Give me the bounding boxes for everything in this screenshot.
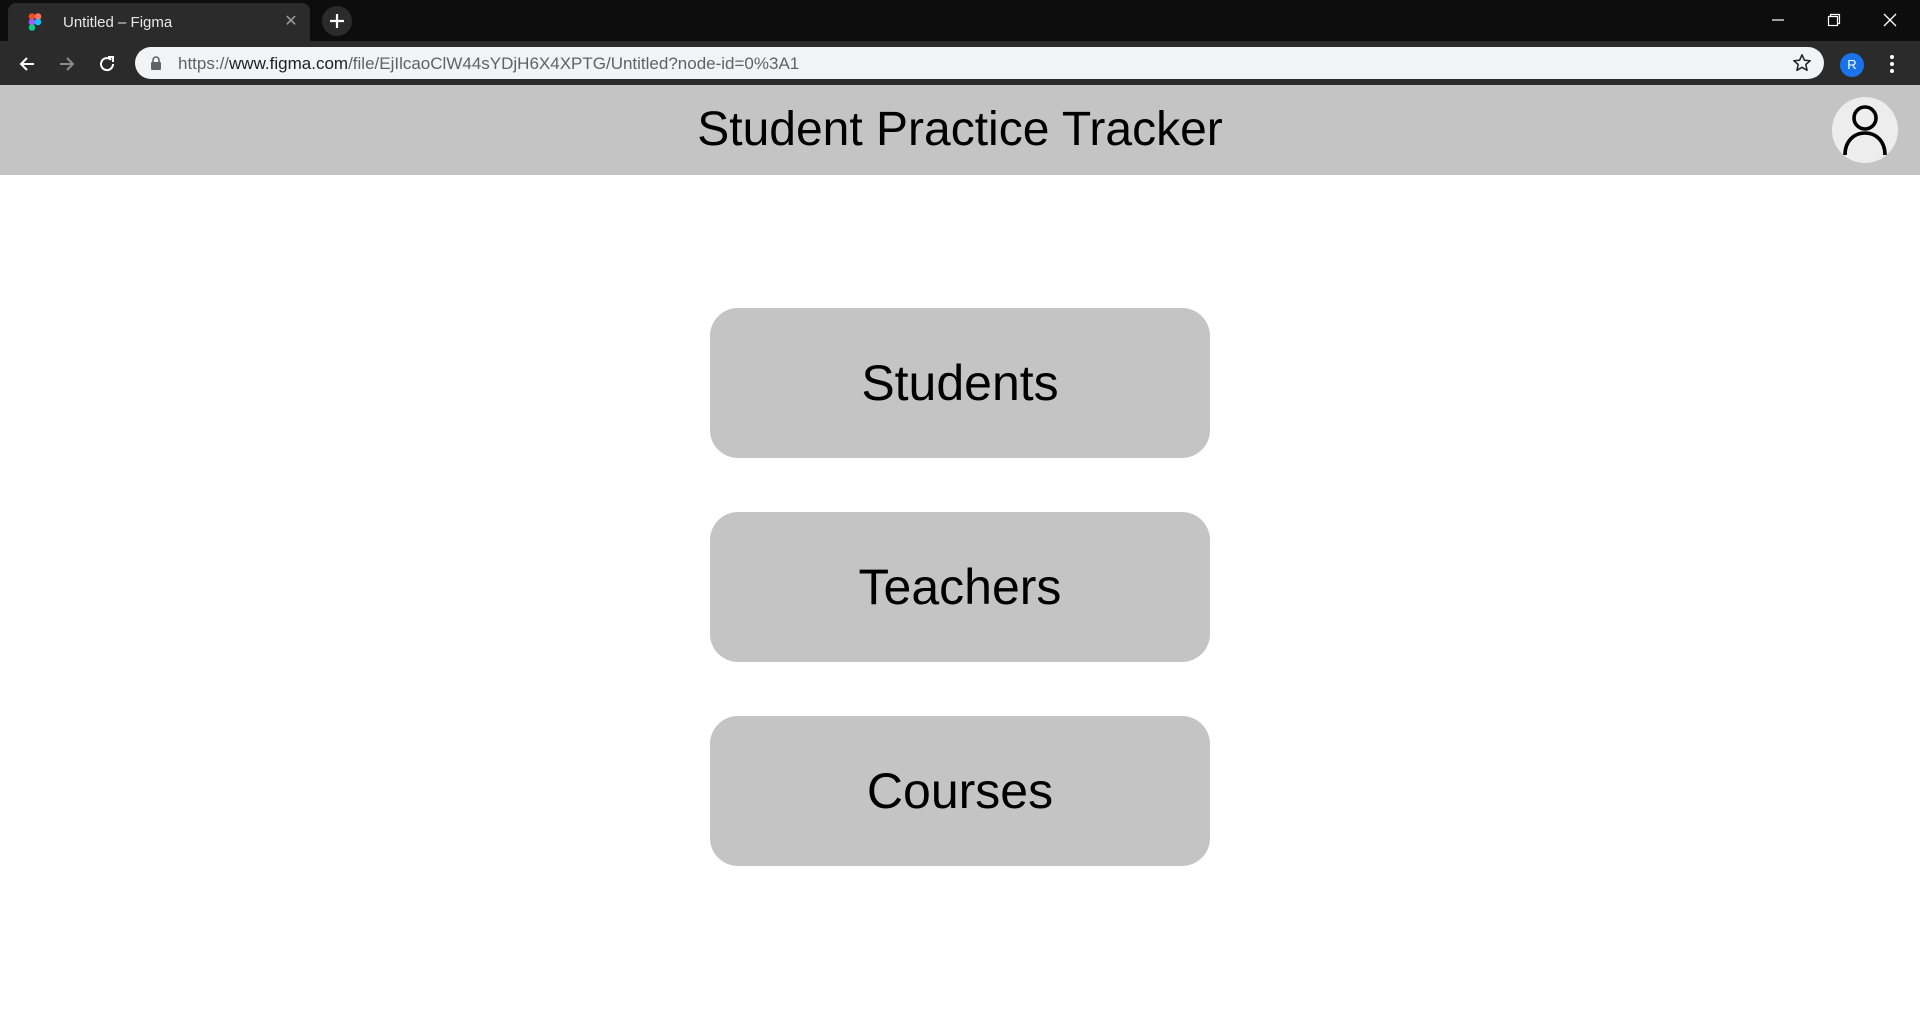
arrow-left-icon bbox=[19, 57, 34, 71]
close-icon bbox=[1883, 13, 1897, 27]
lock-icon bbox=[150, 56, 162, 70]
kebab-menu-icon[interactable] bbox=[1882, 53, 1902, 75]
minimize-button[interactable] bbox=[1750, 0, 1806, 40]
user-account-button[interactable] bbox=[1832, 97, 1898, 163]
user-icon bbox=[1843, 105, 1887, 156]
star-icon[interactable] bbox=[1792, 53, 1812, 73]
app-header: Student Practice Tracker bbox=[0, 85, 1920, 175]
address-bar[interactable]: https://www.figma.com/file/EjIlcaoClW44s… bbox=[135, 47, 1824, 79]
page-viewport: Student Practice Tracker Students Teache… bbox=[0, 85, 1920, 1032]
teachers-button[interactable]: Teachers bbox=[710, 512, 1210, 662]
url-path: /file/EjIlcaoClW44sYDjH6X4XPTG/Untitled?… bbox=[348, 54, 800, 73]
browser-tab[interactable]: Untitled – Figma ✕ bbox=[8, 3, 310, 41]
minimize-icon bbox=[1772, 19, 1784, 21]
students-button-label: Students bbox=[861, 355, 1059, 411]
new-tab-button[interactable] bbox=[322, 6, 352, 36]
figma-logo-icon bbox=[27, 13, 44, 31]
tab-title: Untitled – Figma bbox=[63, 14, 173, 31]
back-button[interactable] bbox=[12, 49, 42, 79]
browser-toolbar: https://www.figma.com/file/EjIlcaoClW44s… bbox=[0, 41, 1920, 85]
page-title: Student Practice Tracker bbox=[0, 85, 1920, 175]
forward-button[interactable] bbox=[52, 49, 82, 79]
restore-button[interactable] bbox=[1806, 0, 1862, 40]
reload-button[interactable] bbox=[92, 49, 122, 79]
close-window-button[interactable] bbox=[1862, 0, 1918, 40]
courses-button-label: Courses bbox=[866, 763, 1054, 819]
reload-icon bbox=[100, 56, 115, 72]
students-button[interactable]: Students bbox=[710, 308, 1210, 458]
browser-tab-strip: Untitled – Figma ✕ bbox=[0, 0, 1920, 41]
teachers-button-label: Teachers bbox=[858, 559, 1062, 615]
restore-icon bbox=[1827, 13, 1841, 27]
tab-close-icon[interactable]: ✕ bbox=[282, 13, 300, 31]
courses-button[interactable]: Courses bbox=[710, 716, 1210, 866]
arrow-right-icon bbox=[60, 57, 75, 71]
url-host: www.figma.com bbox=[229, 54, 349, 73]
profile-avatar[interactable]: R bbox=[1840, 53, 1864, 77]
page-title-text: Student Practice Tracker bbox=[697, 103, 1223, 156]
plus-icon bbox=[330, 14, 344, 28]
url-prefix: https:// bbox=[178, 54, 230, 73]
url-text: https://www.figma.com/file/EjIlcaoClW44s… bbox=[178, 54, 799, 74]
